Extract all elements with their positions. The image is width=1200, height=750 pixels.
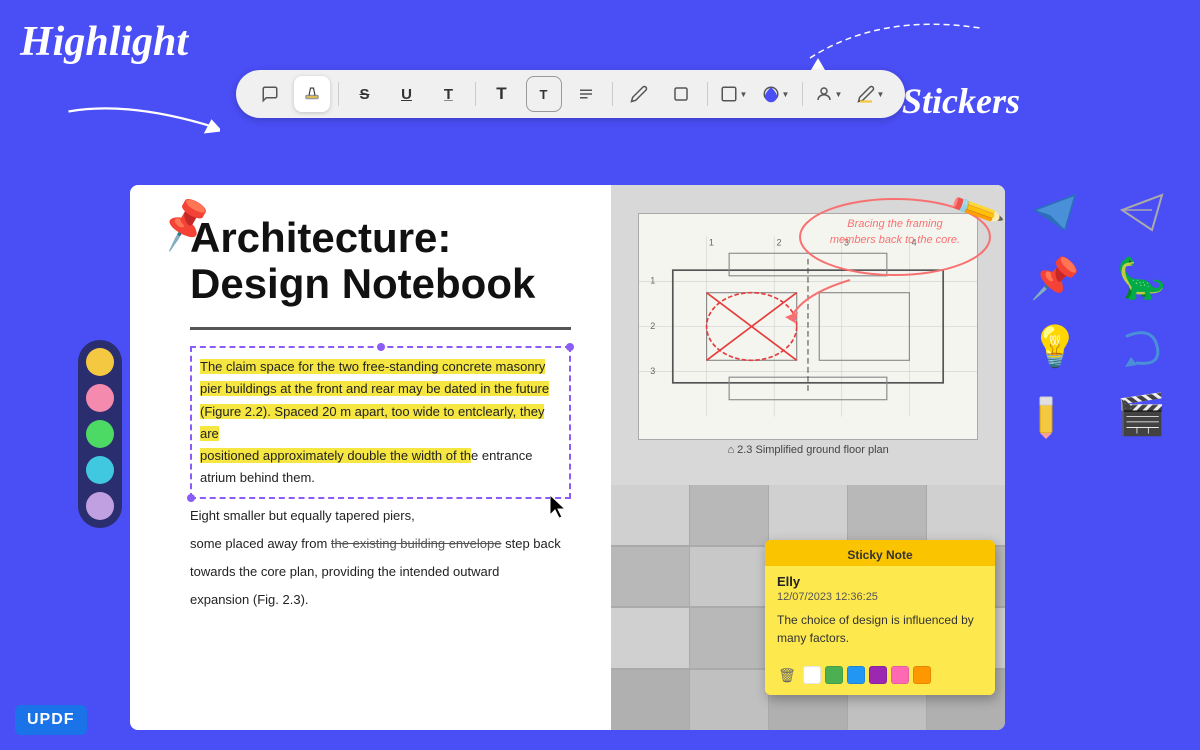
palette-pink[interactable]	[86, 384, 114, 412]
svg-text:3: 3	[650, 366, 655, 376]
pen-color-button[interactable]: ▼	[853, 76, 889, 112]
svg-text:Bracing the framing: Bracing the framing	[847, 218, 943, 230]
doc-title: Architecture: Design Notebook	[190, 215, 571, 307]
highlighted-paragraph-2: positioned approximately double the widt…	[200, 445, 561, 467]
sticker-pencil[interactable]	[1025, 384, 1085, 444]
color-swatch-white[interactable]	[803, 666, 821, 684]
palette-green[interactable]	[86, 420, 114, 448]
sticker-arrow-return[interactable]	[1112, 316, 1172, 376]
svg-text:1: 1	[709, 238, 714, 248]
divider-5	[802, 82, 803, 106]
sticker-dinosaur[interactable]: 🦕	[1112, 248, 1172, 308]
text-box-button[interactable]: T	[526, 76, 562, 112]
divider-1	[338, 82, 339, 106]
sticker-paper-plane-solid[interactable]	[1025, 180, 1085, 240]
sticker-lightbulb[interactable]: 💡	[1025, 316, 1085, 376]
body-text: Eight smaller but equally tapered piers,	[190, 505, 571, 527]
sticky-note-footer: 🗑	[765, 655, 995, 695]
palette-yellow[interactable]	[86, 348, 114, 376]
right-panel: Bracing the framing members back to the …	[611, 185, 1005, 730]
sticker-clapperboard[interactable]: 🎬	[1112, 384, 1172, 444]
sticky-note-date: 12/07/2023 12:36:25	[777, 591, 983, 603]
divider-4	[707, 82, 708, 106]
sticky-delete-button[interactable]: 🗑	[775, 663, 799, 687]
doc-content: Architecture: Design Notebook The claim …	[130, 185, 611, 641]
draw-button[interactable]	[621, 76, 657, 112]
toolbar: S U T̲ T T ▼ ▼	[236, 70, 905, 118]
sticky-note: Sticky Note Elly 12/07/2023 12:36:25 The…	[765, 540, 995, 695]
sticker-panel: 📌 🦕 💡 🎬	[1015, 170, 1200, 740]
doc-body: The claim space for the two free-standin…	[190, 346, 571, 611]
updf-logo: UPDF	[15, 705, 87, 735]
body-text-4: expansion (Fig. 2.3).	[190, 589, 571, 611]
highlighted-paragraph-3: atrium behind them.	[200, 467, 561, 489]
deco-curve	[800, 8, 1000, 68]
user-button[interactable]: ▼	[811, 76, 847, 112]
triangle-decoration	[811, 58, 825, 70]
comment-button[interactable]	[252, 76, 288, 112]
color-swatch-orange[interactable]	[913, 666, 931, 684]
body-text-2: some placed away from the existing build…	[190, 533, 571, 555]
color-swatch-purple[interactable]	[869, 666, 887, 684]
toolbar-area: S U T̲ T T ▼ ▼	[140, 70, 1000, 118]
note-button[interactable]	[568, 76, 604, 112]
floor-plan-section: Bracing the framing members back to the …	[611, 185, 1005, 485]
body-text-3: towards the core plan, providing the int…	[190, 561, 571, 583]
sticky-note-header: Sticky Note	[765, 540, 995, 566]
sticky-note-content: The choice of design is influenced by ma…	[777, 611, 983, 647]
palette-cyan[interactable]	[86, 456, 114, 484]
divider-3	[612, 82, 613, 106]
palette-lavender[interactable]	[86, 492, 114, 520]
strikethrough-button[interactable]: S	[347, 76, 383, 112]
document-area: 📌 Architecture: Design Notebook The clai…	[130, 185, 1005, 730]
floor-plan-label: ⌂ 2.3 Simplified ground floor plan	[727, 444, 888, 456]
highlight-button[interactable]	[294, 76, 330, 112]
sticky-note-body: Elly 12/07/2023 12:36:25 The choice of d…	[765, 566, 995, 655]
doc-divider	[190, 327, 571, 330]
shapes-button[interactable]: ▼	[716, 76, 752, 112]
svg-text:2: 2	[777, 238, 782, 248]
svg-text:2: 2	[650, 321, 655, 331]
squiggly-button[interactable]: T̲	[431, 76, 467, 112]
highlight-label: Highlight	[20, 18, 188, 66]
fill-color-button[interactable]: ▼	[758, 76, 794, 112]
sticker-pushpin-red[interactable]: 📌	[1025, 248, 1085, 308]
stamp-button[interactable]	[663, 76, 699, 112]
divider-2	[475, 82, 476, 106]
underline-button[interactable]: U	[389, 76, 425, 112]
sticky-note-author: Elly	[777, 574, 983, 589]
color-swatch-pink[interactable]	[891, 666, 909, 684]
color-swatch-blue[interactable]	[847, 666, 865, 684]
strikethrough-text: the existing building envelope	[331, 536, 502, 551]
highlighted-paragraph: The claim space for the two free-standin…	[200, 356, 561, 444]
ellipse-arrow	[780, 275, 860, 325]
text-button[interactable]: T	[484, 76, 520, 112]
svg-text:members back to the core.: members back to the core.	[830, 234, 960, 246]
sticker-paper-plane-outline[interactable]	[1112, 180, 1172, 240]
svg-text:1: 1	[650, 276, 655, 286]
color-swatch-green[interactable]	[825, 666, 843, 684]
color-palette	[78, 340, 122, 528]
